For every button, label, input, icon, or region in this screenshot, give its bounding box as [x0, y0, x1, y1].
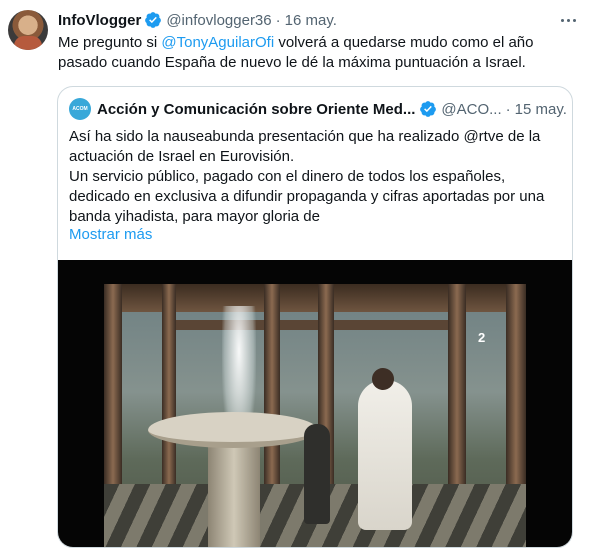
author-handle[interactable]: @infovlogger36	[166, 12, 271, 29]
avatar-shirt	[14, 36, 42, 50]
performer-white-dress	[358, 380, 412, 530]
tweet-text: Me pregunto si @TonyAguilarOfi volverá a…	[58, 33, 578, 73]
fountain-pedestal	[208, 434, 260, 547]
author-name[interactable]: InfoVlogger	[58, 12, 141, 29]
verified-badge-icon	[420, 101, 437, 117]
more-options-icon[interactable]	[556, 9, 580, 31]
author-avatar[interactable]	[8, 10, 48, 50]
pergola-crossbeam	[164, 320, 464, 330]
quoted-date[interactable]: 15 may.	[515, 101, 567, 118]
tweet-text-part1: Me pregunto si	[58, 34, 162, 51]
mention-link[interactable]: @TonyAguilarOfi	[161, 34, 274, 51]
tweet-date[interactable]: 16 may.	[285, 12, 337, 29]
video-media[interactable]: 2	[58, 260, 572, 547]
performer-head	[372, 368, 394, 390]
video-frame: 2	[104, 284, 526, 547]
quoted-avatar[interactable]: ACOM	[69, 98, 91, 120]
quoted-header: ACOM Acción y Comunicación sobre Oriente…	[69, 98, 567, 120]
header-separator: ·	[275, 11, 281, 29]
quoted-text: Así ha sido la nauseabunda presentación …	[69, 128, 545, 225]
quoted-avatar-text: ACOM	[72, 105, 88, 112]
quoted-tweet[interactable]: ACOM Acción y Comunicación sobre Oriente…	[57, 86, 573, 548]
tweet-header: InfoVlogger @infovlogger36 · 16 may.	[58, 10, 337, 30]
verified-badge-icon	[145, 12, 162, 28]
quoted-separator: ·	[505, 100, 511, 118]
show-more-link[interactable]: Mostrar más	[69, 226, 152, 243]
channel-logo: 2	[478, 330, 486, 345]
quoted-author-name[interactable]: Acción y Comunicación sobre Oriente Med.…	[97, 101, 415, 118]
performer-dark	[304, 424, 330, 524]
quoted-handle[interactable]: @ACO...	[441, 101, 501, 118]
fountain-basin	[148, 412, 318, 448]
